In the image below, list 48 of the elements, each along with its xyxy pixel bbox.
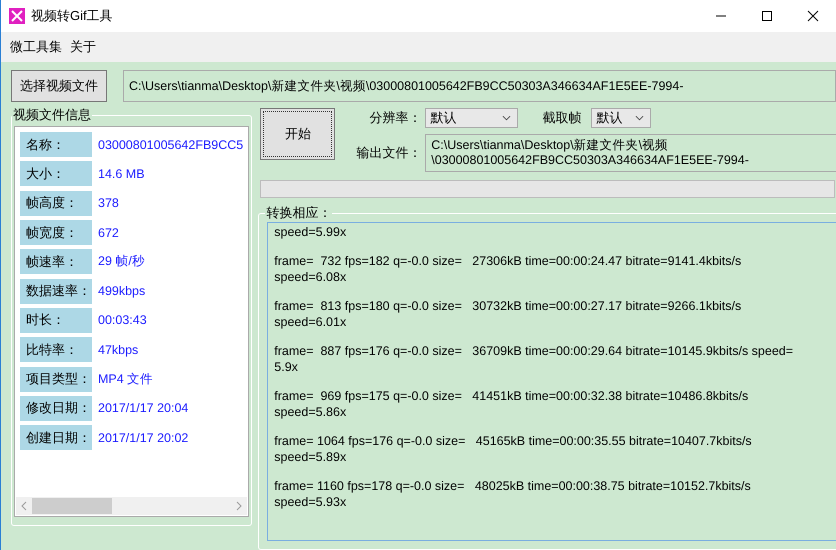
chevron-down-icon [502,115,512,121]
info-value: 03000801005642FB9CC5 [98,138,244,152]
close-icon[interactable] [807,10,819,22]
info-value: MP4 文件 [98,370,154,388]
info-value: 672 [98,226,119,240]
menu-item[interactable]: 微工具集 [10,38,62,56]
info-value: 378 [98,196,119,210]
log-line: speed=5.99x [274,224,348,240]
maximize-icon[interactable] [761,10,773,22]
window-title: 视频转Gif工具 [31,7,113,25]
info-label: 修改日期： [20,396,92,421]
output-path-field[interactable]: C:\Users\tianma\Desktop\新建文件夹\视频 \03000801005642FB9CC50303A346634AF1E5EE-7994- [425,134,836,172]
log-line: frame= 813 fps=180 q=-0.0 size= 30732kB time=00:00:27.17 bitrate=9266.1kbits/s speed=6.01x [274,298,742,330]
start-button[interactable]: 开始 [260,108,336,160]
chevron-down-icon [635,115,644,121]
info-value: 2017/1/17 20:04 [98,401,188,416]
menu-item[interactable]: 关于 [70,38,96,56]
frame-dropdown[interactable]: 默认 [591,108,652,128]
resolution-label: 分辨率： [368,109,422,127]
log-line: frame= 969 fps=175 q=-0.0 size= 41451kB time=00:00:32.38 bitrate=10486.8kbits/s speed=5.86x [274,388,750,420]
info-label: 时长： [20,308,92,333]
log-line: frame= 1064 fps=176 q=-0.0 size= 45165kB time=00:00:35.55 bitrate=10407.7kbits/s speed=5.89x [274,433,753,465]
info-label: 项目类型： [20,366,92,392]
log-line: frame= 1160 fps=178 q=-0.0 size= 48025kB time=00:00:38.75 bitrate=10152.7kbits/s speed=5.93x [274,478,752,510]
info-label: 比特率： [20,337,92,362]
output-label: 输出文件： [355,144,422,162]
info-label: 帧高度： [20,190,92,216]
info-label: 帧宽度： [20,220,92,246]
info-label: 大小： [20,161,92,186]
info-label: 创建日期： [20,425,92,450]
app-icon [9,8,25,24]
frame-label: 截取帧 [542,109,582,127]
info-label: 名称： [20,132,92,158]
resolution-dropdown[interactable]: 默认 [425,108,518,128]
info-value: 29 帧/秒 [98,253,145,270]
group-title: 转换相应： [265,204,332,222]
info-value: 499kbps [98,284,146,298]
info-label: 数据速率： [20,278,92,304]
choose-file-button[interactable]: 选择视频文件 [11,70,107,102]
info-value: 2017/1/17 20:02 [98,430,188,445]
file-path-field[interactable]: C:\Users\tianma\Desktop\新建文件夹\视频\03000801005642FB9CC50303A346634AF1E5EE-7994- [123,70,836,102]
info-value: 47kbps [98,342,138,357]
log-line: frame= 887 fps=176 q=-0.0 size= 36709kB time=00:00:29.64 bitrate=10145.9kbits/s speed= 5.9x [274,343,794,375]
info-label: 帧速率： [20,249,92,274]
info-value: 00:03:43 [98,313,147,328]
info-value: 14.6 MB [98,166,145,181]
group-title: 视频文件信息 [12,106,92,124]
log-line: frame= 732 fps=182 q=-0.0 size= 27306kB time=00:00:24.47 bitrate=9141.4kbits/s speed=6.08x [274,253,742,285]
